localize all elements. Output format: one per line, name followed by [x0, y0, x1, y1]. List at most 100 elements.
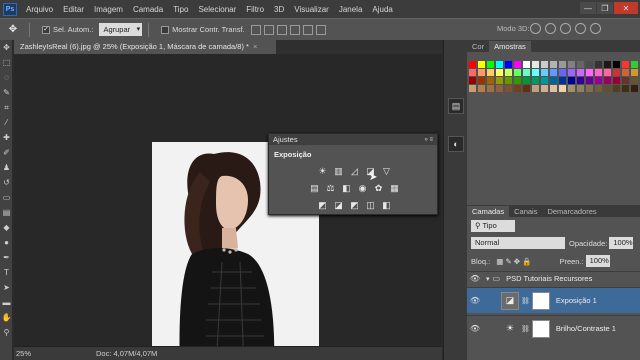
quick-select-tool-icon[interactable]: ✎ [0, 85, 13, 100]
show-transform-checkbox[interactable] [161, 25, 170, 34]
color-swatch[interactable] [550, 85, 557, 92]
color-swatch[interactable] [532, 77, 539, 84]
menu-tipo[interactable]: Tipo [168, 5, 193, 14]
color-swatch[interactable] [523, 85, 530, 92]
color-swatch[interactable] [586, 77, 593, 84]
color-swatch[interactable] [577, 85, 584, 92]
color-swatch[interactable] [514, 77, 521, 84]
menu-camada[interactable]: Camada [128, 5, 168, 14]
color-swatch[interactable] [631, 85, 638, 92]
drag-3d-icon[interactable] [560, 23, 571, 34]
color-swatch[interactable] [613, 77, 620, 84]
eraser-tool-icon[interactable]: ▭ [0, 190, 13, 205]
threshold-icon[interactable]: ◩ [349, 200, 360, 211]
color-swatch[interactable] [613, 85, 620, 92]
dodge-tool-icon[interactable]: ● [0, 235, 13, 250]
color-swatch[interactable] [487, 61, 494, 68]
color-swatch[interactable] [487, 85, 494, 92]
eyedropper-tool-icon[interactable]: ⁄ [0, 115, 13, 130]
hue-saturation-icon[interactable]: ▤ [309, 183, 320, 194]
crop-tool-icon[interactable]: ⌗ [0, 100, 13, 115]
color-swatch[interactable] [631, 77, 638, 84]
layer-filter-dropdown[interactable]: ⚲ Tipo [471, 220, 515, 232]
history-brush-tool-icon[interactable]: ↺ [0, 175, 13, 190]
color-swatch[interactable] [532, 69, 539, 76]
color-swatch[interactable] [469, 69, 476, 76]
layer-row[interactable]: 👁 ☀ ⛓ Brilho/Contraste 1 [467, 315, 640, 341]
maximize-button[interactable]: ❐ [597, 2, 613, 14]
color-swatch[interactable] [595, 85, 602, 92]
color-balance-icon[interactable]: ⚖ [325, 183, 336, 194]
color-swatch[interactable] [577, 61, 584, 68]
color-swatch[interactable] [604, 69, 611, 76]
color-swatch[interactable] [496, 85, 503, 92]
menu-imagem[interactable]: Imagem [89, 5, 128, 14]
color-swatch[interactable] [478, 69, 485, 76]
color-swatch[interactable] [550, 61, 557, 68]
roll-3d-icon[interactable] [545, 23, 556, 34]
color-swatch[interactable] [559, 77, 566, 84]
blur-tool-icon[interactable]: ◆ [0, 220, 13, 235]
color-swatch[interactable] [469, 85, 476, 92]
color-swatch[interactable] [478, 61, 485, 68]
color-swatch[interactable] [541, 85, 548, 92]
color-swatch[interactable] [541, 61, 548, 68]
channel-mixer-icon[interactable]: ✿ [373, 183, 384, 194]
menu-filtro[interactable]: Filtro [241, 5, 269, 14]
align-top-icon[interactable] [250, 24, 261, 35]
color-swatch[interactable] [622, 77, 629, 84]
color-swatch[interactable] [622, 69, 629, 76]
gradient-map-icon[interactable]: ◧ [381, 200, 392, 211]
color-swatch[interactable] [577, 69, 584, 76]
color-swatch[interactable] [631, 69, 638, 76]
auto-select-checkbox[interactable]: ✓ [42, 25, 50, 34]
align-right-icon[interactable] [315, 24, 326, 35]
color-swatch[interactable] [514, 85, 521, 92]
color-swatch[interactable] [532, 61, 539, 68]
brush-tool-icon[interactable]: ✐ [0, 145, 13, 160]
menu-visualizar[interactable]: Visualizar [289, 5, 334, 14]
photo-filter-icon[interactable]: ◉ [357, 183, 368, 194]
align-left-icon[interactable] [289, 24, 300, 35]
color-swatch[interactable] [523, 69, 530, 76]
path-select-tool-icon[interactable]: ➤ [0, 280, 13, 295]
align-center-icon[interactable] [302, 24, 313, 35]
layer-mask-thumbnail[interactable] [531, 291, 550, 310]
pen-tool-icon[interactable]: ✒ [0, 250, 13, 265]
color-swatch[interactable] [568, 61, 575, 68]
menu-selecionar[interactable]: Selecionar [193, 5, 241, 14]
color-swatch[interactable] [613, 61, 620, 68]
brightness-icon[interactable]: ☀ [317, 166, 328, 177]
fill-field[interactable]: 100% [585, 255, 610, 267]
move-tool-icon[interactable]: ✥ [0, 40, 13, 55]
color-swatch[interactable] [586, 85, 593, 92]
color-swatch[interactable] [478, 77, 485, 84]
color-swatch[interactable] [595, 61, 602, 68]
document-tab[interactable]: ZashleyIsReal (6).jpg @ 25% (Exposição 1… [14, 40, 276, 54]
color-swatch[interactable] [469, 77, 476, 84]
layer-row[interactable]: 👁 ▾ ▭ PSD Tutoriais Recursores [467, 271, 640, 285]
adjustments-panel-header[interactable]: Ajustes » ≡ [269, 134, 437, 145]
color-swatch[interactable] [568, 77, 575, 84]
history-panel-icon[interactable]: ▤ [448, 98, 464, 114]
blend-mode-dropdown[interactable]: Normal [471, 237, 565, 249]
close-tab-icon[interactable]: × [253, 42, 257, 51]
menu-arquivo[interactable]: Arquivo [21, 5, 58, 14]
black-white-icon[interactable]: ◧ [341, 183, 352, 194]
align-bottom-icon[interactable] [276, 24, 287, 35]
color-swatch[interactable] [622, 61, 629, 68]
color-swatch[interactable] [613, 69, 620, 76]
color-swatch[interactable] [568, 69, 575, 76]
menu-janela[interactable]: Janela [334, 5, 368, 14]
color-swatch[interactable] [487, 69, 494, 76]
color-swatch[interactable] [523, 61, 530, 68]
auto-select-dropdown[interactable]: Agrupar [99, 23, 143, 36]
color-swatch[interactable] [496, 61, 503, 68]
tab-cor[interactable]: Cor [467, 41, 489, 52]
tab-demarcadores[interactable]: Demarcadores [542, 206, 601, 217]
color-swatch[interactable] [595, 69, 602, 76]
posterize-icon[interactable]: ◪ [333, 200, 344, 211]
tab-camadas[interactable]: Camadas [467, 206, 510, 217]
minimize-button[interactable]: — [580, 2, 596, 14]
stamp-tool-icon[interactable]: ♟ [0, 160, 13, 175]
